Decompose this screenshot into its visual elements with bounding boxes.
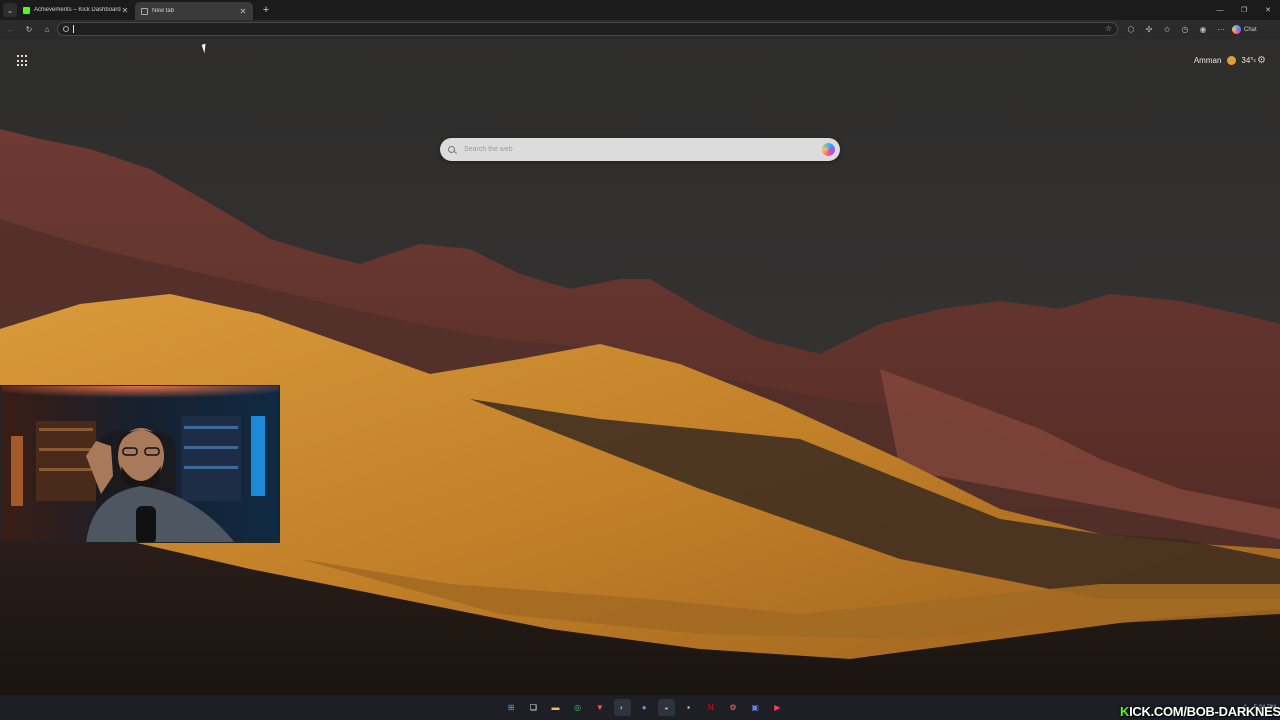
page-settings-gear-icon[interactable]: ⚙ (1257, 55, 1266, 66)
close-window-icon[interactable]: ✕ (1256, 6, 1280, 14)
search-icon (448, 146, 455, 153)
browser-extension-icon[interactable]: ✣ (1140, 25, 1158, 34)
back-icon[interactable]: ← (4, 23, 18, 37)
weather-temp: 34° (1241, 56, 1254, 65)
tab-kick-dashboard[interactable]: Achievements – Kick Dashboard ✕ (17, 0, 135, 20)
netflix-icon[interactable]: N (702, 699, 719, 716)
profile-avatar-icon[interactable]: ◉ (1194, 25, 1212, 34)
kick-banner-prefix: K (1120, 704, 1130, 719)
obs-icon[interactable]: ▪ (680, 699, 697, 716)
file-explorer-icon[interactable]: ▬ (547, 699, 564, 716)
taskbar-apps: ⊞ ❏ ▬ ◎ ▼ ◐ ● ◒ ▪ N ⚙ ▣ ▶ (500, 699, 788, 716)
kick-banner-text: ICK.COM/BOB-DARKNESS (1129, 704, 1280, 719)
refresh-icon[interactable]: ↻ (22, 23, 36, 37)
new-tab-page: Amman 34° c ⚙ (0, 39, 1280, 695)
restore-icon[interactable]: ❐ (1232, 6, 1256, 14)
webcam-feed (1, 386, 279, 542)
new-tab-button[interactable]: + (259, 3, 273, 17)
teams-icon[interactable]: ▣ (747, 699, 764, 716)
window-controls: — ❐ ✕ (1208, 0, 1280, 20)
close-tab-icon[interactable]: ✕ (239, 7, 247, 16)
apps-launcher-icon[interactable] (17, 55, 29, 67)
address-bar[interactable]: ☆ (57, 22, 1118, 36)
weather-unit: c (1253, 57, 1257, 64)
home-icon[interactable]: ⌂ (40, 23, 54, 37)
newtab-icon (141, 7, 148, 15)
weather-widget[interactable]: Amman 34° c (1194, 56, 1256, 65)
chat-label: Chat (1244, 26, 1257, 33)
chrome-icon[interactable]: ◎ (569, 699, 586, 716)
edge-icon[interactable]: ◐ (613, 699, 631, 716)
webcam-overlay (0, 385, 280, 543)
discord-icon[interactable]: ● (636, 699, 653, 716)
toolbar-actions: ⬡ ✣ ✩ ◷ ◉ ⋯ Chat (1122, 20, 1257, 39)
minimize-icon[interactable]: — (1208, 7, 1232, 14)
tab-new-tab[interactable]: New tab ✕ (135, 2, 253, 20)
copilot-icon (1232, 25, 1241, 34)
copilot-chat-button[interactable]: Chat (1232, 25, 1257, 34)
kick-channel-banner: KICK.COM/BOB-DARKNESS (1120, 704, 1280, 719)
tab-title: New tab (152, 8, 175, 14)
tab-bar: ⌄ Achievements – Kick Dashboard ✕ New ta… (0, 0, 1280, 20)
weather-city: Amman (1193, 56, 1222, 65)
tab-actions-menu-icon[interactable]: ⌄ (3, 3, 17, 17)
history-icon[interactable]: ◷ (1176, 25, 1194, 34)
brave-icon[interactable]: ▼ (591, 699, 608, 716)
search-icon (63, 26, 69, 32)
windows-start-icon[interactable]: ⊞ (503, 699, 520, 716)
favorites-icon[interactable]: ✩ (1158, 25, 1176, 34)
windows-taskbar: ⊞ ❏ ▬ ◎ ▼ ◐ ● ◒ ▪ N ⚙ ▣ ▶ ⌃ 5:24 PM (0, 695, 1280, 720)
search-input[interactable] (464, 146, 804, 153)
task-view-icon[interactable]: ❏ (525, 699, 542, 716)
web-search-box[interactable] (440, 138, 840, 161)
more-options-icon[interactable]: ⋯ (1212, 25, 1230, 34)
extensions-icon[interactable]: ⬡ (1122, 25, 1140, 34)
sun-icon (1227, 56, 1237, 65)
favorite-star-icon[interactable]: ☆ (1105, 24, 1112, 33)
kick-icon (23, 6, 30, 14)
settings-app-icon[interactable]: ⚙ (724, 699, 741, 716)
copilot-icon[interactable] (822, 143, 835, 156)
media-player-icon[interactable]: ▶ (769, 699, 786, 716)
browser-toolbar: ← ↻ ⌂ ☆ ⬡ ✣ ✩ ◷ ◉ ⋯ Chat (0, 20, 1280, 39)
steam-icon[interactable]: ◒ (657, 699, 675, 716)
close-tab-icon[interactable]: ✕ (121, 6, 129, 15)
text-caret (73, 25, 74, 33)
tab-title: Achievements – Kick Dashboard (34, 7, 121, 13)
